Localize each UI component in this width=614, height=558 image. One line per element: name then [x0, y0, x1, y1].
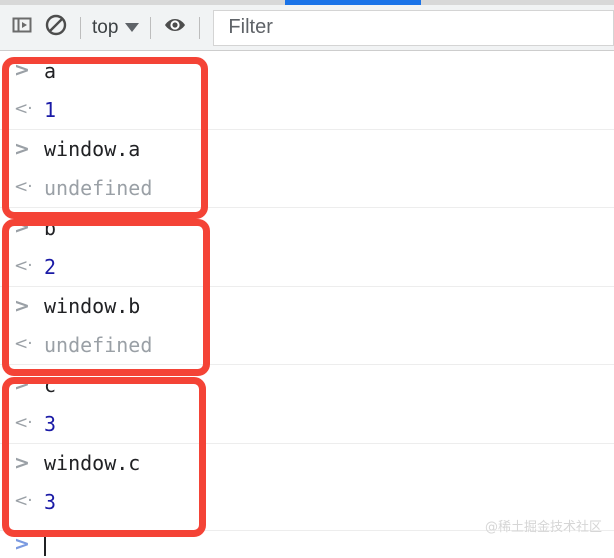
prompt-text-caret — [44, 533, 46, 556]
message-text: window.a — [44, 137, 141, 161]
caret-down-icon — [125, 23, 140, 32]
watermark: @稀土掘金技术社区 — [484, 520, 602, 535]
console-input-row[interactable]: > window.b — [0, 286, 614, 325]
eye-icon — [162, 12, 188, 43]
message-text: 3 — [44, 489, 57, 514]
console-input-row[interactable]: > window.a — [0, 129, 614, 168]
console-message-group: > c <· 3 > window.c <· 3 — [0, 364, 614, 521]
result-chevron-icon: <· — [14, 256, 33, 276]
input-chevron-icon: > — [14, 59, 30, 81]
message-gutter: > — [14, 218, 44, 237]
message-gutter: <· — [14, 336, 44, 353]
result-chevron-icon: <· — [14, 177, 33, 197]
message-gutter: > — [14, 451, 44, 474]
toolbar-divider-3 — [199, 16, 201, 39]
live-expression-button[interactable] — [158, 11, 192, 45]
console-message-list[interactable]: > a <· 1 > window.a <· undefined > b <· 2 > window.b <… — [0, 51, 614, 558]
message-text: 2 — [44, 254, 57, 279]
result-chevron-icon: <· — [14, 334, 33, 354]
message-text: window.c — [44, 451, 141, 475]
message-text: a — [44, 58, 57, 83]
message-text: window.b — [44, 294, 141, 318]
console-result-row[interactable]: <· 3 — [0, 404, 614, 443]
message-text: c — [44, 372, 57, 397]
message-text: b — [44, 215, 57, 240]
filter-input[interactable] — [226, 15, 613, 40]
message-gutter: <· — [14, 493, 44, 510]
console-message-group: > a <· 1 > window.a <· undefined — [0, 51, 614, 207]
result-chevron-icon: <· — [14, 491, 33, 511]
console-filter-box[interactable] — [213, 9, 614, 46]
message-text: undefined — [44, 175, 153, 200]
console-result-row[interactable]: <· 1 — [0, 90, 614, 129]
message-gutter: <· — [14, 258, 44, 275]
console-input-row[interactable]: > b — [0, 208, 614, 247]
message-gutter: > — [14, 61, 44, 80]
clear-console-button[interactable] — [39, 11, 73, 45]
message-text: 3 — [44, 411, 57, 436]
console-input-row[interactable]: > c — [0, 365, 614, 404]
message-gutter: > — [14, 137, 44, 160]
input-chevron-icon: > — [14, 294, 30, 317]
console-result-row[interactable]: <· 2 — [0, 247, 614, 286]
console-result-row[interactable]: <· undefined — [0, 325, 614, 364]
execution-context-selector[interactable]: top — [88, 13, 143, 43]
message-gutter: > — [14, 294, 44, 317]
console-input-row[interactable]: > a — [0, 51, 614, 90]
message-gutter: <· — [14, 415, 44, 432]
prompt-gutter: > — [14, 535, 44, 554]
console-message-group: > b <· 2 > window.b <· undefined — [0, 207, 614, 364]
message-gutter: <· — [14, 179, 44, 196]
console-input-row[interactable]: > window.c — [0, 443, 614, 482]
message-text: undefined — [44, 332, 153, 357]
console-sidebar-toggle-button[interactable] — [5, 11, 39, 45]
toolbar-divider-2 — [150, 16, 152, 39]
execution-context-label: top — [92, 16, 119, 38]
console-toolbar: top — [0, 5, 614, 51]
input-chevron-icon: > — [14, 216, 30, 238]
prompt-chevron-icon: > — [14, 533, 30, 555]
input-chevron-icon: > — [14, 137, 30, 160]
clear-console-icon — [43, 12, 69, 43]
result-chevron-icon: <· — [14, 99, 33, 119]
console-result-row[interactable]: <· undefined — [0, 168, 614, 207]
result-chevron-icon: <· — [14, 413, 33, 433]
input-chevron-icon: > — [14, 373, 30, 395]
toolbar-divider-1 — [80, 16, 81, 39]
input-chevron-icon: > — [14, 451, 30, 474]
message-gutter: > — [14, 375, 44, 394]
message-text: 1 — [44, 97, 57, 122]
console-sidebar-icon — [10, 13, 34, 42]
message-gutter: <· — [14, 101, 44, 118]
